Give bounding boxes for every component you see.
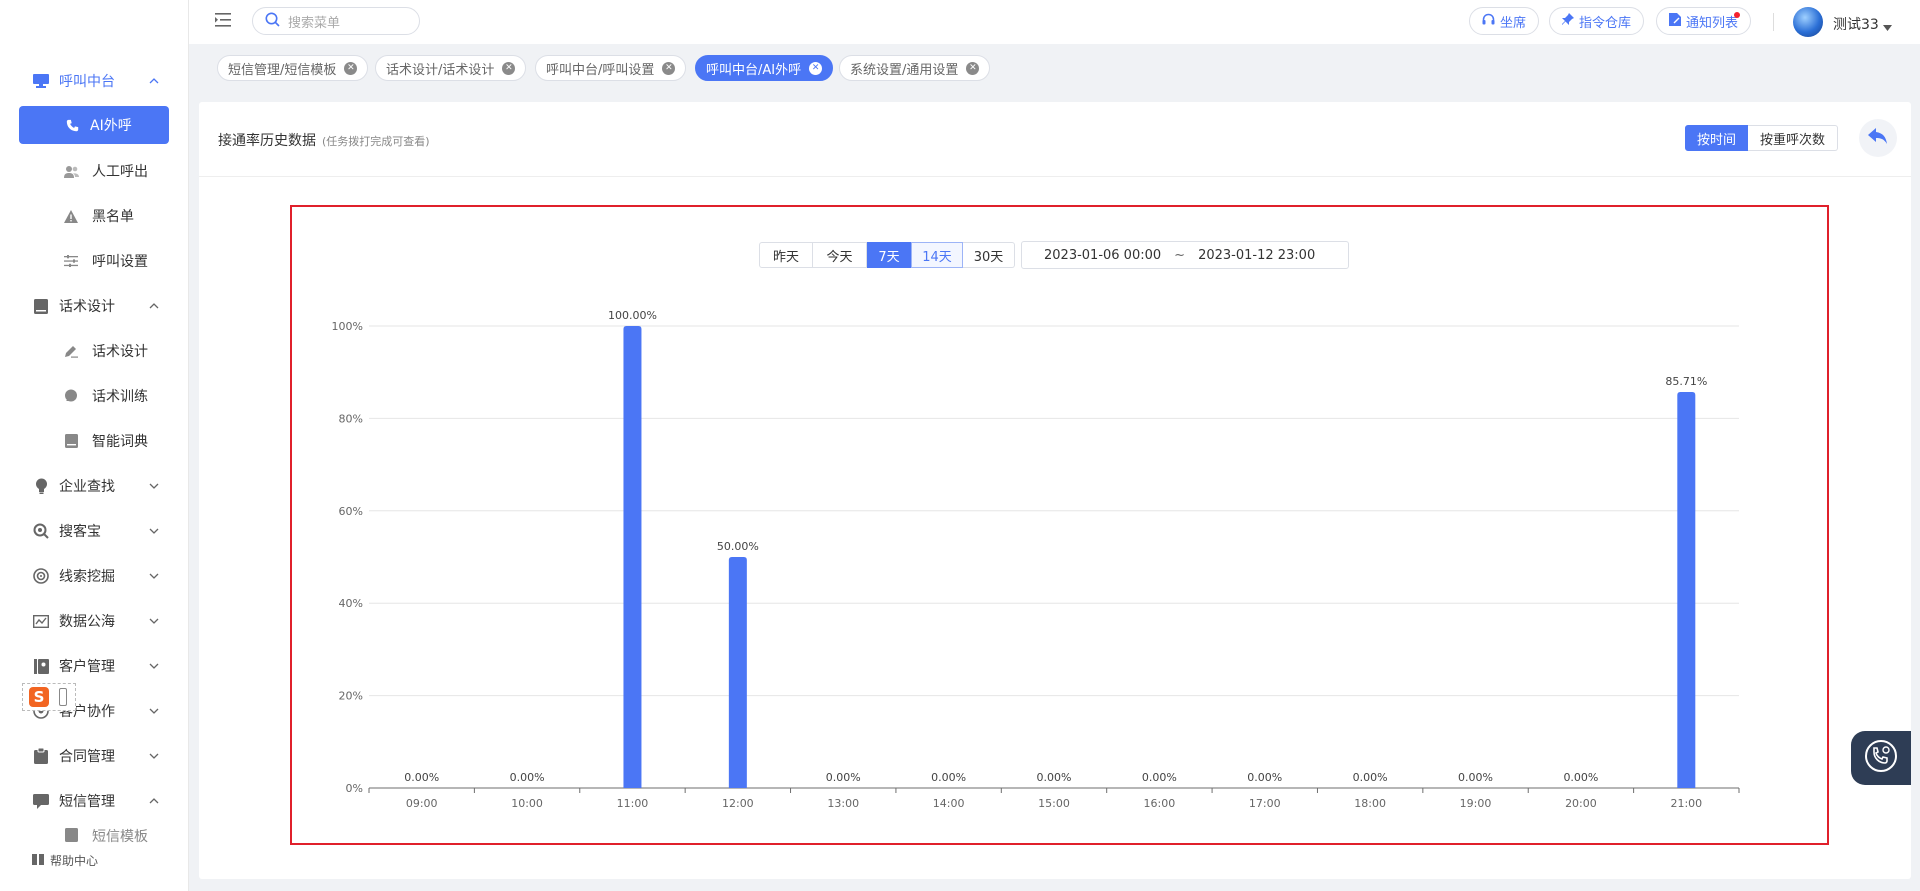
data-label: 0.00% <box>404 771 439 784</box>
x-tick-label: 19:00 <box>1460 797 1492 810</box>
data-label: 0.00% <box>1353 771 1388 784</box>
data-label: 0.00% <box>931 771 966 784</box>
bar <box>1677 392 1696 788</box>
x-tick-label: 11:00 <box>617 797 649 810</box>
x-tick-label: 10:00 <box>511 797 543 810</box>
x-tick-label: 15:00 <box>1038 797 1070 810</box>
data-label: 0.00% <box>1247 771 1282 784</box>
phone-chat-icon <box>1864 739 1898 777</box>
data-label: 0.00% <box>510 771 545 784</box>
y-tick-label: 0% <box>346 782 363 795</box>
x-tick-label: 12:00 <box>722 797 754 810</box>
x-tick-label: 21:00 <box>1670 797 1702 810</box>
x-tick-label: 20:00 <box>1565 797 1597 810</box>
x-tick-label: 18:00 <box>1354 797 1386 810</box>
y-tick-label: 60% <box>339 505 363 518</box>
data-label: 0.00% <box>1037 771 1072 784</box>
data-label: 0.00% <box>826 771 861 784</box>
data-label: 50.00% <box>717 540 759 553</box>
floating-call-button[interactable] <box>1851 731 1911 785</box>
y-tick-label: 100% <box>332 320 363 333</box>
x-tick-label: 17:00 <box>1249 797 1281 810</box>
data-label: 85.71% <box>1665 375 1707 388</box>
y-tick-label: 80% <box>339 412 363 425</box>
y-tick-label: 20% <box>339 690 363 703</box>
data-label: 0.00% <box>1458 771 1493 784</box>
x-tick-label: 16:00 <box>1144 797 1176 810</box>
x-tick-label: 09:00 <box>406 797 438 810</box>
data-label: 0.00% <box>1563 771 1598 784</box>
data-label: 0.00% <box>1142 771 1177 784</box>
bar <box>728 557 747 788</box>
x-tick-label: 13:00 <box>827 797 859 810</box>
data-label: 100.00% <box>608 309 657 322</box>
y-tick-label: 40% <box>339 597 363 610</box>
bar <box>623 326 642 788</box>
connection-rate-chart: 0% 20% 40% 60% 80% 100% 0.00% 09:00 0.00% 10:00 10… <box>332 309 1740 810</box>
x-tick-label: 14:00 <box>933 797 965 810</box>
